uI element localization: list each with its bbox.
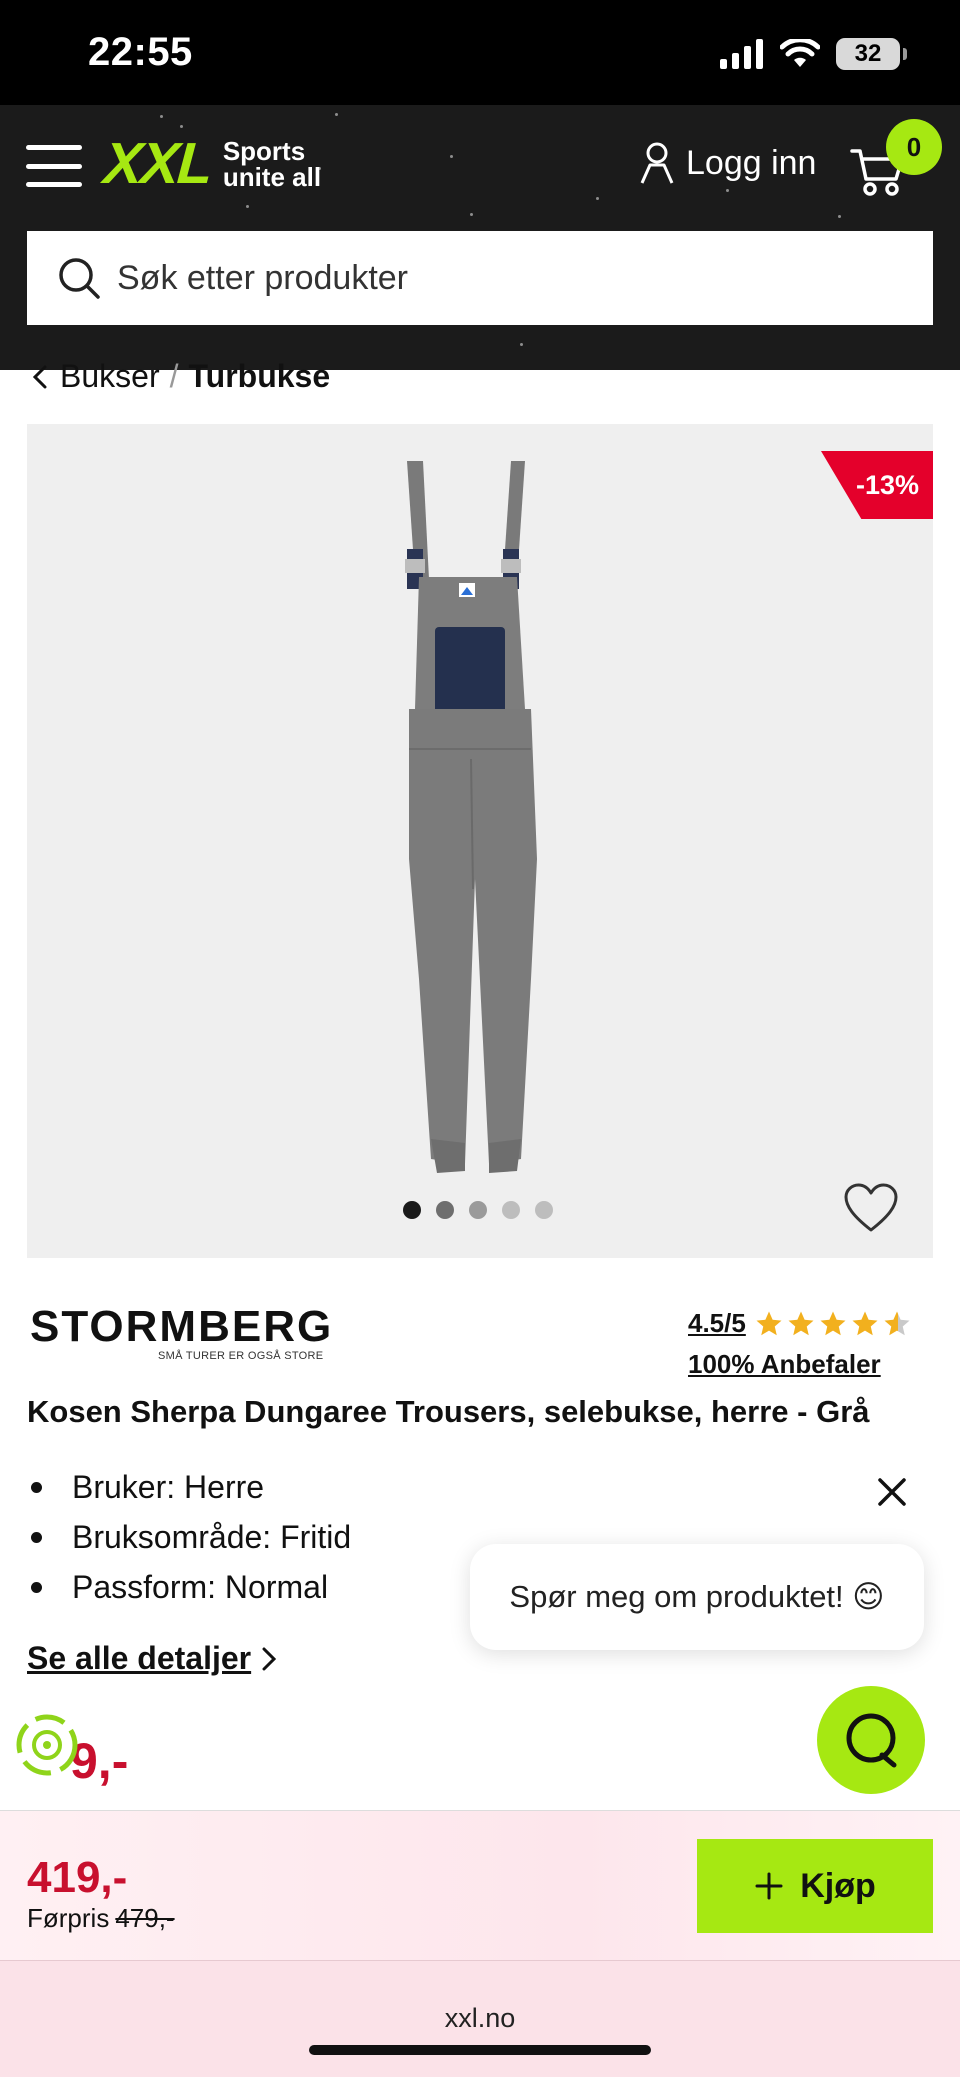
product-image-carousel[interactable]: -13%	[27, 424, 933, 1258]
recycle-eco-icon[interactable]	[14, 1712, 80, 1778]
star-icon	[788, 1311, 814, 1335]
chat-button[interactable]	[817, 1686, 925, 1794]
carousel-dots	[403, 1201, 553, 1219]
star-icon	[852, 1311, 878, 1335]
cart-count-badge: 0	[886, 119, 942, 175]
carousel-dot[interactable]	[502, 1201, 520, 1219]
menu-button[interactable]	[26, 145, 82, 187]
previous-price-label: Førpris	[27, 1903, 110, 1933]
product-image	[405, 461, 537, 1173]
chevron-left-icon[interactable]	[30, 364, 50, 390]
login-link[interactable]: Logg inn	[640, 141, 816, 185]
plus-icon	[755, 1872, 783, 1900]
home-indicator	[309, 2045, 651, 2055]
details-link-label: Se alle detaljer	[27, 1640, 252, 1676]
search-bar[interactable]	[27, 231, 933, 325]
chat-prompt-bubble[interactable]: Spør meg om produktet! 😊	[470, 1544, 924, 1650]
brand-tagline: SMÅ TURER ER OGSÅ STORE	[158, 1350, 324, 1362]
brand-logo[interactable]: STORMBERG SMÅ TURER ER OGSÅ STORE	[30, 1302, 334, 1362]
rating-stars	[754, 1309, 912, 1339]
xxl-logo[interactable]: XXL Sports unite all	[101, 131, 322, 196]
see-all-details-link[interactable]: Se alle detaljer	[27, 1640, 277, 1677]
user-icon	[640, 142, 674, 184]
favorite-heart-icon[interactable]	[843, 1182, 899, 1234]
current-price: 419,-	[27, 1853, 128, 1902]
battery-indicator: 32	[836, 38, 907, 70]
sticky-buy-bar: 419,- Førpris 479,- Kjøp	[0, 1810, 960, 1960]
brand-name: STORMBERG	[30, 1302, 334, 1351]
feature-item: Bruker: Herre	[27, 1462, 351, 1512]
breadcrumb-current[interactable]: Turbukse	[188, 358, 330, 395]
login-label: Logg inn	[686, 143, 817, 182]
chat-icon	[846, 1713, 897, 1768]
search-input[interactable]	[117, 258, 877, 298]
half-star-icon	[884, 1311, 910, 1335]
status-icons: 32	[720, 36, 907, 72]
feature-item: Passform: Normal	[27, 1562, 351, 1612]
carousel-dot[interactable]	[535, 1201, 553, 1219]
previous-price-value: 479,-	[115, 1903, 175, 1933]
browser-address-bar[interactable]: xxl.no	[0, 1960, 960, 2077]
feature-list: Bruker: Herre Bruksområde: Fritid Passfo…	[27, 1462, 351, 1612]
rating-summary[interactable]: 4.5/5 100% Anbefaler	[688, 1308, 912, 1380]
logo-text: XXL	[101, 131, 214, 196]
recommend-percentage[interactable]: 100% Anbefaler	[688, 1349, 912, 1380]
buy-button[interactable]: Kjøp	[697, 1839, 933, 1933]
search-icon	[59, 258, 100, 299]
logo-tagline: Sports unite all	[222, 136, 322, 192]
site-header: XXL Sports unite all Logg inn 0	[0, 105, 960, 370]
chevron-right-icon	[262, 1647, 277, 1670]
carousel-dot[interactable]	[436, 1201, 454, 1219]
wifi-icon	[780, 39, 820, 67]
breadcrumb-parent[interactable]: Bukser	[60, 358, 160, 395]
rating-value[interactable]: 4.5/5	[688, 1308, 746, 1339]
previous-price: Førpris 479,-	[27, 1903, 175, 1934]
star-icon	[756, 1311, 782, 1335]
star-icon	[820, 1311, 846, 1335]
status-time: 22:55	[88, 30, 193, 74]
breadcrumb: Bukser / Turbukse	[30, 358, 330, 395]
status-bar: 22:55 32	[0, 0, 960, 105]
discount-badge: -13%	[821, 451, 933, 519]
carousel-dot[interactable]	[403, 1201, 421, 1219]
breadcrumb-separator: /	[169, 358, 179, 394]
close-icon[interactable]	[874, 1474, 910, 1510]
feature-item: Bruksområde: Fritid	[27, 1512, 351, 1562]
buy-button-label: Kjøp	[800, 1866, 876, 1905]
signal-icon	[720, 39, 763, 69]
address-url[interactable]: xxl.no	[0, 2003, 960, 2034]
product-title: Kosen Sherpa Dungaree Trousers, selebuks…	[27, 1394, 870, 1429]
carousel-dot[interactable]	[469, 1201, 487, 1219]
